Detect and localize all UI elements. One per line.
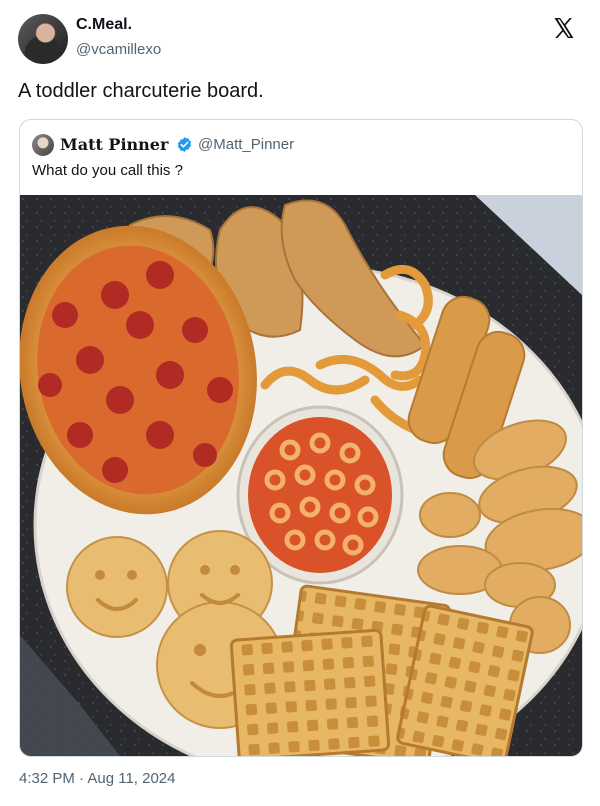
tweet-text: A toddler charcuterie board. — [18, 80, 264, 102]
quoted-author-name[interactable]: Matt Pinner — [60, 135, 168, 154]
author-display-name[interactable]: C.Meal. — [76, 16, 132, 34]
tweet-timestamp[interactable]: 4:32 PM · Aug 11, 2024 — [19, 770, 176, 787]
food-platter-photo[interactable] — [20, 195, 582, 756]
quoted-tweet-card[interactable]: Matt Pinner @Matt_Pinner What do you cal… — [19, 119, 583, 757]
quoted-tweet-text: What do you call this ? — [32, 162, 183, 179]
quoted-author-avatar[interactable] — [32, 134, 54, 156]
author-avatar[interactable] — [18, 14, 68, 64]
quoted-author-handle[interactable]: @Matt_Pinner — [198, 136, 294, 153]
author-handle[interactable]: @vcamillexo — [76, 41, 161, 58]
x-logo-icon[interactable] — [552, 16, 576, 40]
verified-badge-icon — [177, 137, 192, 152]
